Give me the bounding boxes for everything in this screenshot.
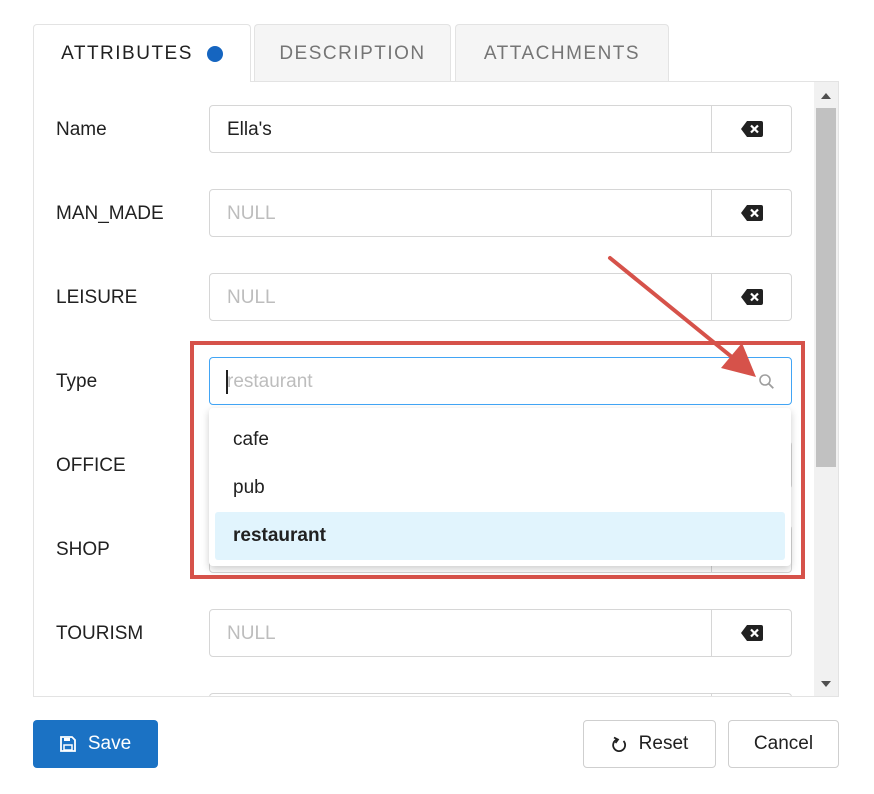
- modified-indicator-dot: [206, 45, 223, 62]
- tourism-clear-button[interactable]: [711, 610, 791, 656]
- reset-button[interactable]: Reset: [583, 720, 716, 768]
- annotation-highlight-box: [190, 341, 805, 579]
- office-label: OFFICE: [56, 455, 126, 476]
- shop-label: SHOP: [56, 539, 110, 560]
- cancel-label: Cancel: [753, 733, 814, 754]
- tourism-field[interactable]: NULL: [209, 609, 792, 657]
- leisure-field[interactable]: NULL: [209, 273, 792, 321]
- backspace-icon: [740, 289, 763, 305]
- tourism-placeholder: NULL: [227, 623, 276, 644]
- next-field-clear-button[interactable]: [711, 694, 791, 696]
- backspace-icon: [740, 625, 763, 641]
- name-label: Name: [56, 119, 107, 140]
- tab-attributes-label: ATTRIBUTES: [61, 42, 193, 64]
- man-made-label: MAN_MADE: [56, 203, 164, 224]
- next-field-partial[interactable]: [209, 693, 792, 696]
- tourism-label: TOURISM: [56, 623, 144, 644]
- save-button[interactable]: Save: [33, 720, 158, 768]
- reset-icon: [611, 736, 627, 753]
- man-made-clear-button[interactable]: [711, 190, 791, 236]
- tab-attributes[interactable]: ATTRIBUTES: [33, 24, 251, 82]
- triangle-down-icon: [821, 681, 831, 687]
- type-label: Type: [56, 371, 98, 392]
- man-made-field[interactable]: NULL: [209, 189, 792, 237]
- name-clear-button[interactable]: [711, 106, 791, 152]
- backspace-icon: [740, 121, 763, 137]
- name-field[interactable]: Ella's: [209, 105, 792, 153]
- scroll-up-button[interactable]: [814, 84, 838, 108]
- tab-attachments-label: ATTACHMENTS: [483, 42, 641, 64]
- reset-label: Reset: [638, 733, 689, 754]
- triangle-up-icon: [821, 93, 831, 99]
- leisure-placeholder: NULL: [227, 287, 276, 308]
- floppy-disk-icon: [59, 736, 76, 752]
- backspace-icon: [740, 205, 763, 221]
- leisure-clear-button[interactable]: [711, 274, 791, 320]
- man-made-placeholder: NULL: [227, 203, 276, 224]
- tab-description[interactable]: DESCRIPTION: [254, 24, 451, 82]
- cancel-button[interactable]: Cancel: [728, 720, 839, 768]
- scroll-down-button[interactable]: [814, 672, 838, 696]
- name-value: Ella's: [227, 119, 272, 140]
- leisure-label: LEISURE: [56, 287, 138, 308]
- save-label: Save: [87, 733, 132, 754]
- scrollbar-thumb[interactable]: [816, 108, 836, 467]
- tab-attachments[interactable]: ATTACHMENTS: [455, 24, 669, 82]
- tab-description-label: DESCRIPTION: [279, 42, 426, 64]
